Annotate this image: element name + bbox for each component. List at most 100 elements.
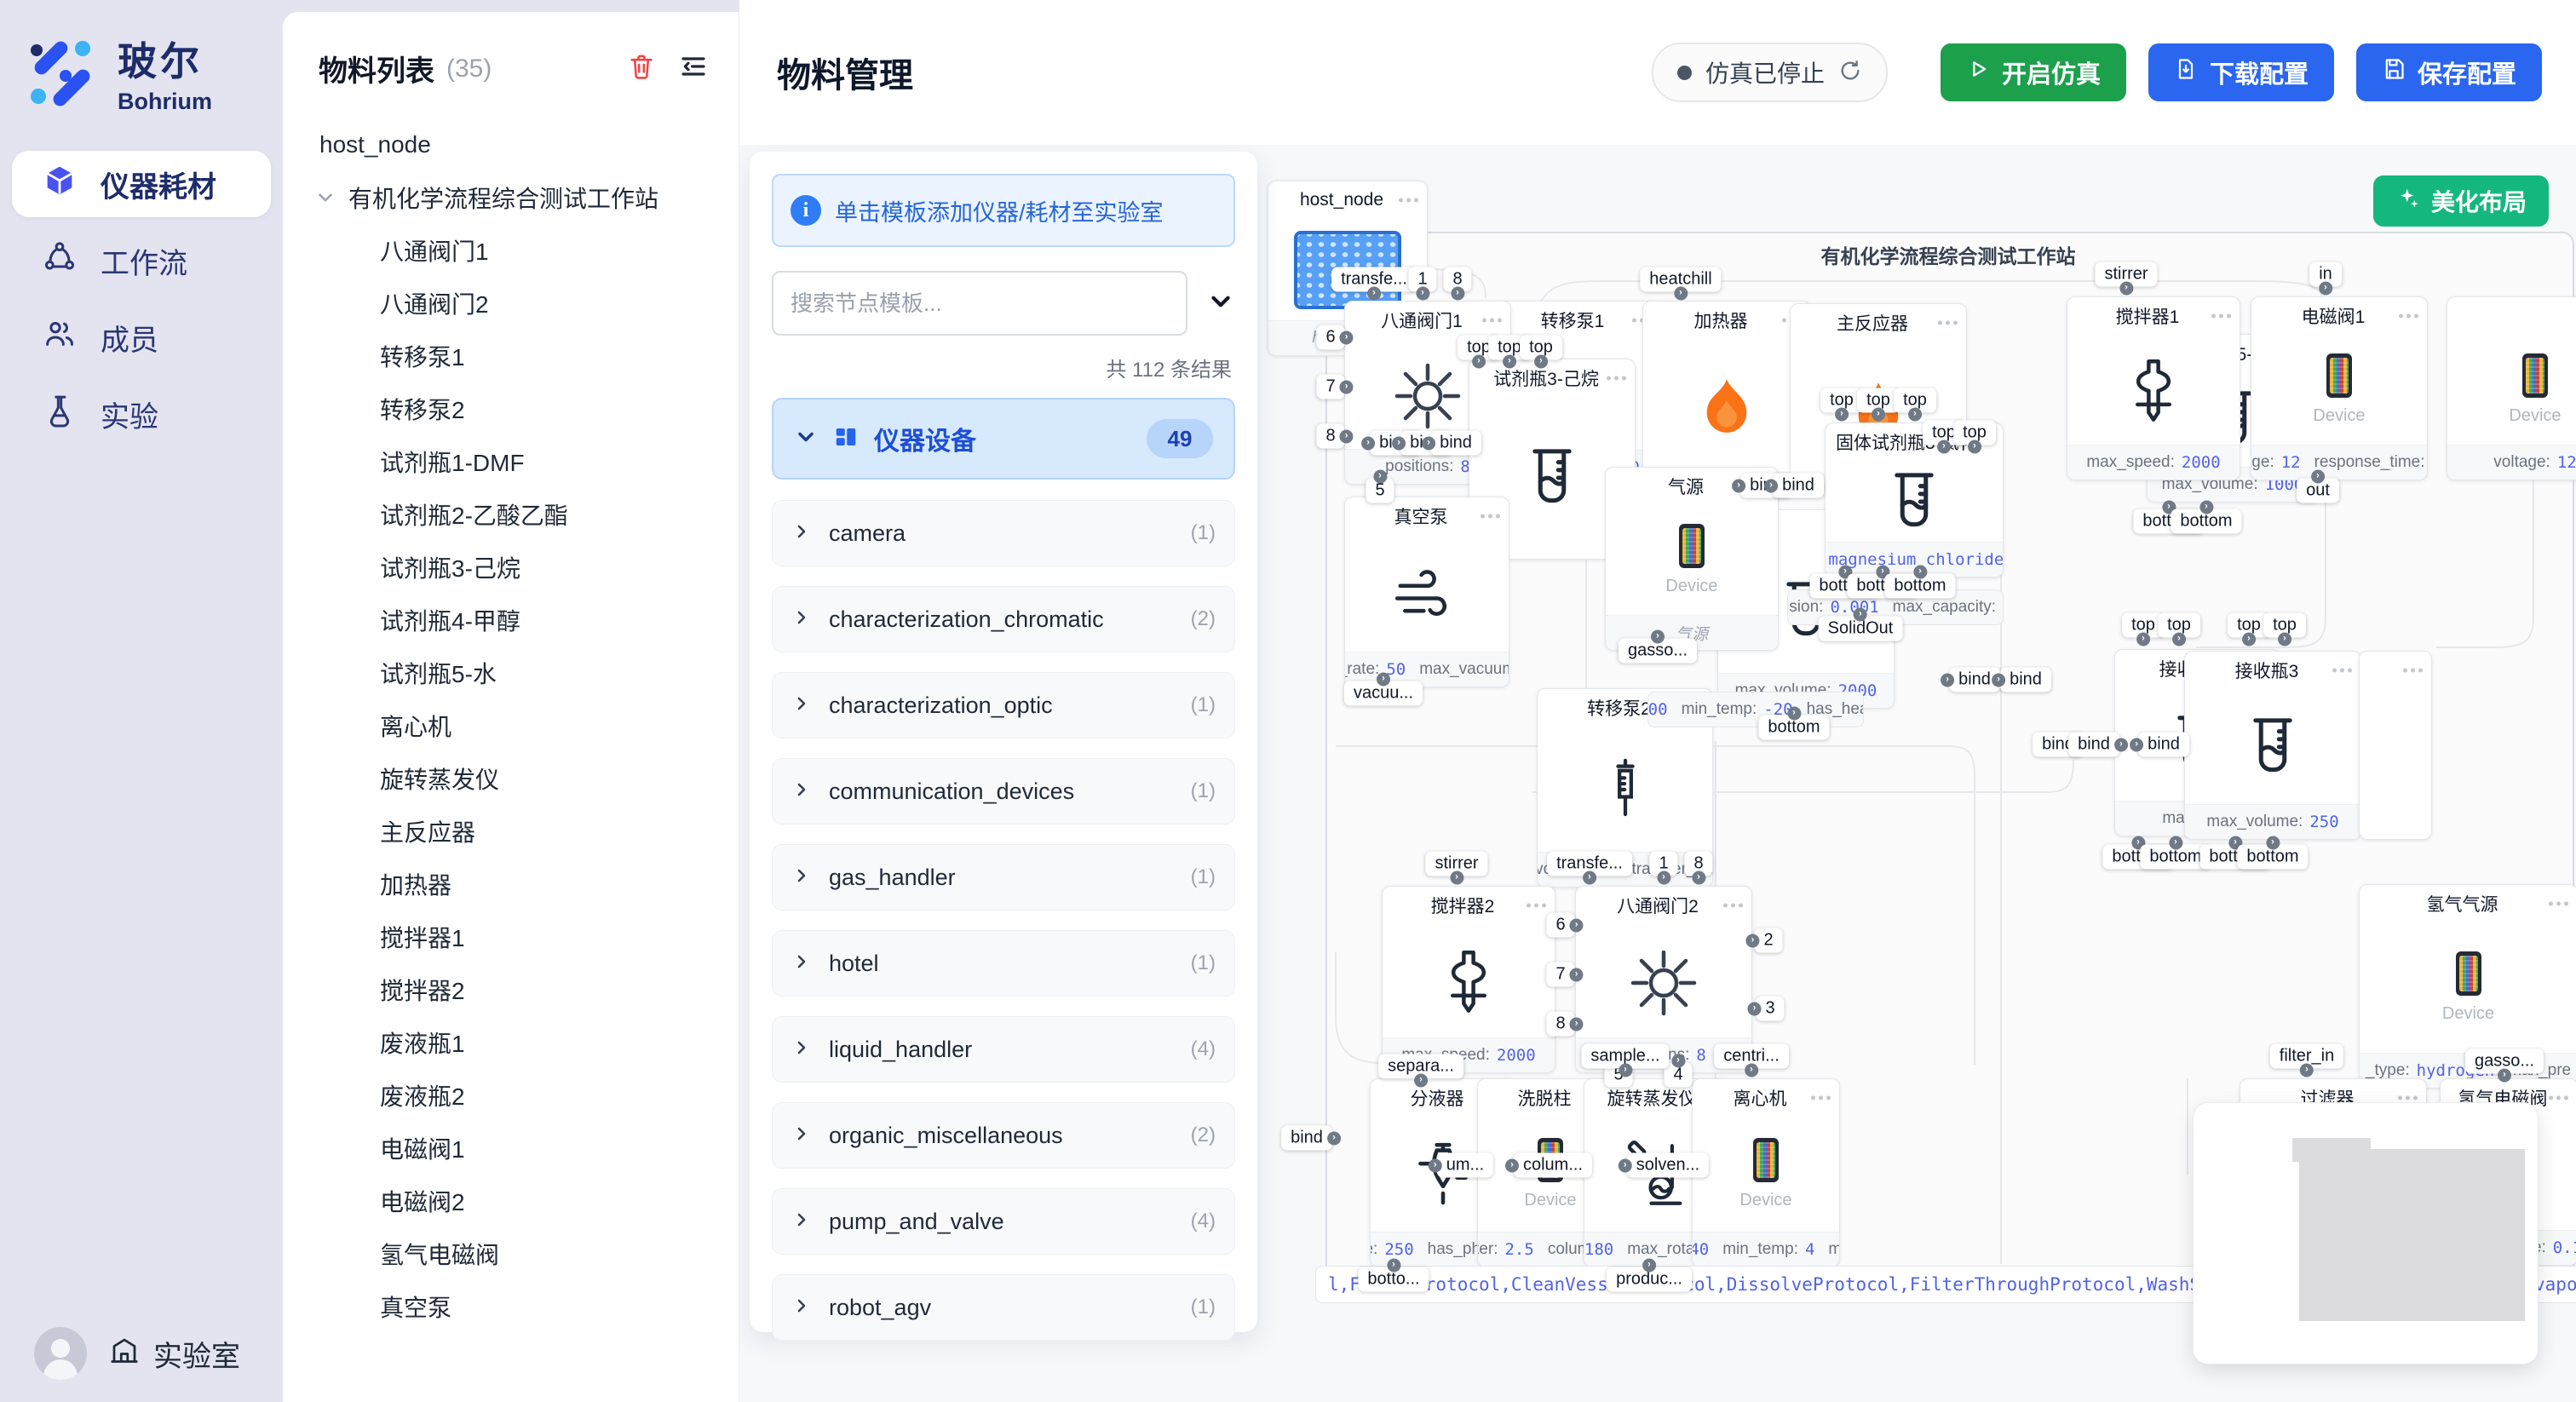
- category-row-hotel[interactable]: hotel(1): [772, 930, 1235, 997]
- port-dot-icon[interactable]: ›: [2136, 633, 2150, 646]
- port-dot-icon[interactable]: ›: [2199, 501, 2213, 514]
- port-dot-icon[interactable]: ›: [2278, 633, 2291, 646]
- port-bind[interactable]: bind›: [1430, 431, 1481, 456]
- port-top[interactable]: top›: [2158, 613, 2200, 638]
- port-dot-icon[interactable]: ›: [1642, 1259, 1656, 1273]
- sidebar-item-members[interactable]: 成员: [12, 304, 271, 371]
- category-row-gas_handler[interactable]: gas_handler(1): [772, 844, 1235, 911]
- port-7[interactable]: 7›: [1546, 962, 1574, 987]
- port-dot-icon[interactable]: ›: [2266, 836, 2280, 850]
- port-6[interactable]: 6›: [1316, 325, 1344, 350]
- port-gasso[interactable]: gasso...›: [1619, 639, 1697, 664]
- port-dot-icon[interactable]: ›: [1503, 355, 1516, 369]
- port-produc[interactable]: produc...›: [1607, 1267, 1692, 1292]
- tree-item[interactable]: 有机化学流程综合测试工作站: [283, 171, 739, 224]
- port-dot-icon[interactable]: ›: [1941, 673, 1954, 687]
- port-5[interactable]: 5›: [1366, 479, 1394, 503]
- category-group-equipment[interactable]: 仪器设备 49: [772, 398, 1235, 480]
- download-config-button[interactable]: 下载配置: [2148, 43, 2334, 101]
- node-menu-icon[interactable]: [1527, 904, 1546, 908]
- canvas-node[interactable]: 加热器: [1642, 301, 1811, 481]
- node-menu-icon[interactable]: [2549, 902, 2568, 906]
- port-dot-icon[interactable]: ›: [1619, 1064, 1632, 1077]
- port-dot-icon[interactable]: ›: [1570, 1017, 1584, 1031]
- node-menu-icon[interactable]: [1723, 904, 1743, 908]
- tree-item[interactable]: 真空泵: [283, 1280, 739, 1333]
- port-dot-icon[interactable]: ›: [1872, 408, 1885, 422]
- port-dot-icon[interactable]: ›: [2319, 282, 2332, 296]
- port-dot-icon[interactable]: ›: [1671, 1054, 1685, 1068]
- canvas-node[interactable]: 真空泵pump_rate:50max_vacuum:0.1: [1344, 497, 1509, 687]
- category-row-robot_agv[interactable]: robot_agv(1): [772, 1274, 1235, 1341]
- port-dot-icon[interactable]: ›: [1472, 355, 1486, 369]
- port-bind[interactable]: bind›: [2068, 733, 2119, 757]
- port-out[interactable]: out›: [2297, 479, 2339, 503]
- port-dot-icon[interactable]: ›: [1340, 429, 1354, 443]
- beautify-layout-button[interactable]: 美化布局: [2373, 175, 2549, 227]
- port-dot-icon[interactable]: ›: [2300, 1064, 2314, 1077]
- port-dot-icon[interactable]: ›: [1747, 1002, 1761, 1015]
- port-dot-icon[interactable]: ›: [1387, 1259, 1400, 1273]
- port-dot-icon[interactable]: ›: [1534, 355, 1548, 369]
- canvas-node[interactable]: 离心机Deviceemp:40min_temp:4max_sp: [1692, 1078, 1840, 1267]
- port-8[interactable]: 8›: [1316, 424, 1344, 449]
- sidebar-item-workflow[interactable]: 工作流: [12, 227, 271, 294]
- node-menu-icon[interactable]: [1607, 376, 1626, 381]
- node-menu-icon[interactable]: [2399, 314, 2418, 319]
- port-vacuu[interactable]: vacuu...›: [1344, 681, 1423, 706]
- node-menu-icon[interactable]: [2403, 669, 2423, 673]
- port-dot-icon[interactable]: ›: [1937, 440, 1951, 454]
- port-bind[interactable]: bind›: [2000, 668, 2051, 692]
- port-dot-icon[interactable]: ›: [1583, 871, 1596, 885]
- port-dot-icon[interactable]: ›: [1764, 479, 1778, 492]
- tree-item[interactable]: 试剂瓶2-乙酸乙酯: [283, 488, 739, 541]
- port-dot-icon[interactable]: ›: [2119, 282, 2133, 296]
- canvas-node[interactable]: 搅拌器2max_speed:2000: [1382, 886, 1555, 1073]
- node-menu-icon[interactable]: [1811, 1096, 1831, 1100]
- category-row-communication_devices[interactable]: communication_devices(1): [772, 758, 1235, 825]
- port-dot-icon[interactable]: ›: [1787, 707, 1801, 721]
- canvas-node[interactable]: 接收瓶3max_volume:250: [2184, 651, 2361, 840]
- port-centri[interactable]: centri...›: [1714, 1044, 1789, 1069]
- delete-icon[interactable]: [627, 52, 656, 85]
- port-dot-icon[interactable]: ›: [1505, 1158, 1519, 1172]
- avatar[interactable]: [34, 1327, 87, 1380]
- port-transfe[interactable]: transfe...›: [1547, 852, 1632, 876]
- port-dot-icon[interactable]: ›: [1414, 1074, 1428, 1088]
- port-dot-icon[interactable]: ›: [1835, 408, 1849, 422]
- port-dot-icon[interactable]: ›: [2242, 633, 2256, 646]
- port-dot-icon[interactable]: ›: [2114, 738, 2128, 751]
- port-3[interactable]: 3›: [1756, 997, 1784, 1021]
- category-row-characterization_optic[interactable]: characterization_optic(1): [772, 672, 1235, 738]
- chevron-down-icon[interactable]: [314, 187, 336, 209]
- port-top[interactable]: top›: [1894, 388, 1936, 413]
- category-row-camera[interactable]: camera(1): [772, 500, 1235, 566]
- sidebar-item-cube[interactable]: 仪器耗材: [12, 151, 271, 217]
- port-dot-icon[interactable]: ›: [2169, 836, 2182, 850]
- port-dot-icon[interactable]: ›: [1450, 871, 1463, 885]
- category-row-organic_miscellaneous[interactable]: organic_miscellaneous(2): [772, 1102, 1235, 1169]
- port-in[interactable]: in›: [2309, 262, 2342, 287]
- port-8[interactable]: 8›: [1443, 267, 1471, 292]
- tree-item[interactable]: 八通阀门1: [283, 224, 739, 277]
- node-menu-icon[interactable]: [2398, 1096, 2418, 1100]
- tree-item[interactable]: 搅拌器1: [283, 911, 739, 963]
- tree-item[interactable]: 转移泵1: [283, 330, 739, 382]
- node-menu-icon[interactable]: [1938, 321, 1958, 325]
- tree-item[interactable]: 转移泵2: [283, 382, 739, 435]
- port-dot-icon[interactable]: ›: [1340, 330, 1354, 344]
- port-8[interactable]: 8›: [1546, 1012, 1574, 1037]
- port-bind[interactable]: bind›: [2138, 733, 2189, 757]
- tree-item[interactable]: 电磁阀2: [283, 1175, 739, 1227]
- port-SolidOut[interactable]: SolidOut›: [1819, 617, 1903, 641]
- port-bottom[interactable]: bottom›: [2171, 509, 2241, 534]
- port-dot-icon[interactable]: ›: [1570, 918, 1584, 932]
- tree-item[interactable]: host_node: [283, 118, 739, 171]
- port-dot-icon[interactable]: ›: [1451, 287, 1464, 301]
- port-dot-icon[interactable]: ›: [1854, 608, 1867, 622]
- category-row-liquid_handler[interactable]: liquid_handler(4): [772, 1016, 1235, 1083]
- node-menu-icon[interactable]: [1482, 319, 1502, 323]
- tree-item[interactable]: 废液瓶1: [283, 1016, 739, 1069]
- port-dot-icon[interactable]: ›: [1674, 287, 1688, 301]
- tree-item[interactable]: 旋转蒸发仪: [283, 752, 739, 805]
